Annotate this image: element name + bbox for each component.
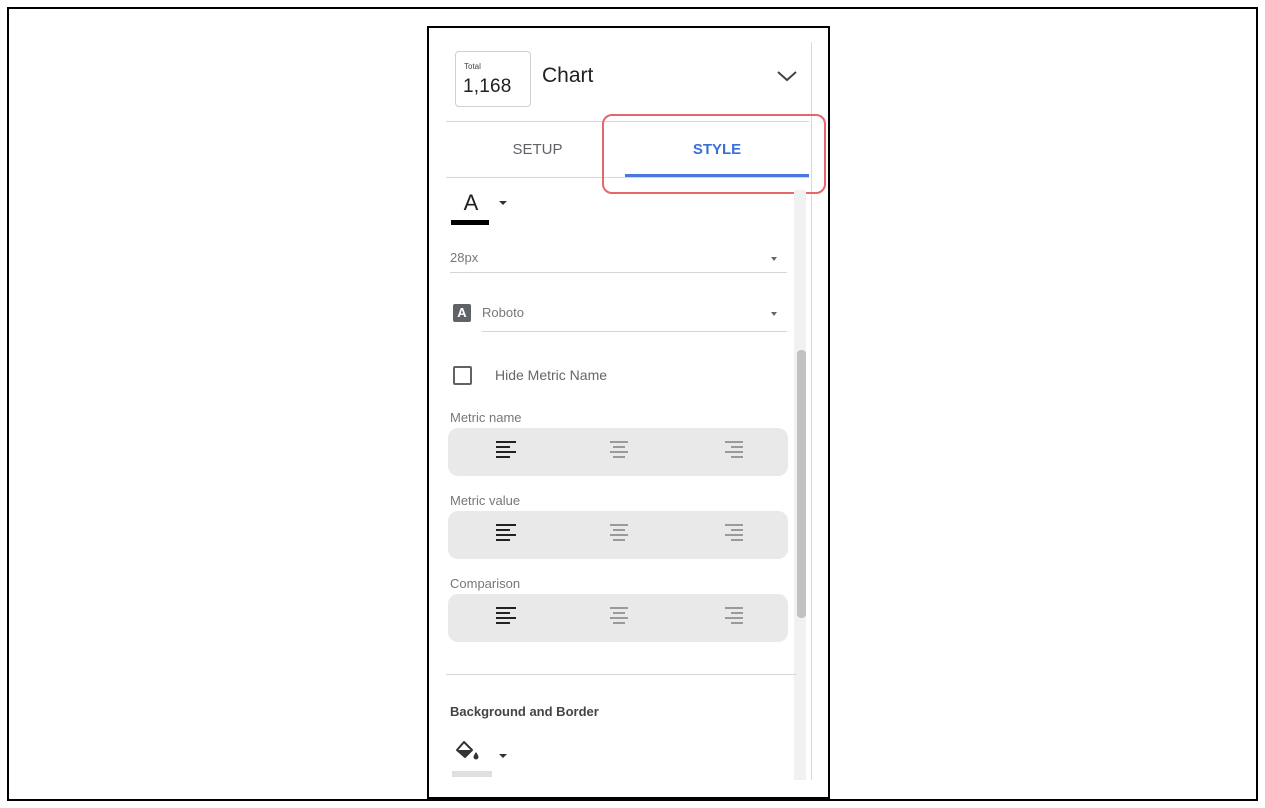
- font-size-value: 28px: [450, 250, 479, 265]
- text-align-right-icon[interactable]: [723, 524, 745, 546]
- chart-type-title: Chart: [542, 64, 594, 87]
- hide-metric-name-label: Hide Metric Name: [495, 367, 608, 383]
- text-align-left-icon[interactable]: [496, 607, 518, 629]
- metric-value-alignment: [448, 511, 788, 559]
- font-color-swatch: [451, 220, 489, 225]
- font-family-value: Roboto: [482, 305, 524, 320]
- font-family-row: A Roboto: [450, 300, 787, 332]
- metric-name-alignment: [448, 428, 788, 476]
- fill-color-icon: [456, 741, 479, 760]
- tab-setup[interactable]: SETUP: [450, 135, 625, 165]
- dropdown-caret-icon: [499, 201, 507, 205]
- text-align-center-icon[interactable]: [608, 524, 630, 546]
- metric-value-label: Metric value: [450, 493, 521, 508]
- metric-name-label: Metric name: [450, 410, 522, 425]
- font-family-icon: A: [453, 304, 471, 322]
- chevron-down-icon[interactable]: [775, 68, 799, 84]
- dropdown-caret-icon: [771, 257, 777, 261]
- text-align-right-icon[interactable]: [723, 607, 745, 629]
- background-border-title: Background and Border: [450, 704, 599, 719]
- text-align-left-icon[interactable]: [496, 524, 518, 546]
- dropdown-caret-icon: [499, 754, 507, 758]
- comparison-label: Comparison: [450, 576, 521, 591]
- text-align-right-icon[interactable]: [723, 441, 745, 463]
- hide-metric-name-checkbox[interactable]: [453, 366, 472, 385]
- font-family-select[interactable]: Roboto: [482, 300, 787, 332]
- scorecard-icon-total-label: Total: [464, 62, 481, 71]
- scorecard-chart-icon: Total 1,168: [455, 51, 531, 107]
- text-align-center-icon[interactable]: [608, 441, 630, 463]
- comparison-alignment: [448, 594, 788, 642]
- text-align-left-icon[interactable]: [496, 441, 518, 463]
- font-size-select[interactable]: 28px: [450, 244, 787, 273]
- text-align-center-icon[interactable]: [608, 607, 630, 629]
- scorecard-icon-value: 1,168: [463, 76, 512, 97]
- style-tab-highlight: [602, 114, 826, 194]
- scrollbar-thumb[interactable]: [797, 350, 806, 618]
- font-color-icon: A: [463, 190, 479, 215]
- section-divider: [446, 674, 796, 675]
- dropdown-caret-icon: [771, 312, 777, 316]
- fill-color-swatch: [452, 771, 492, 777]
